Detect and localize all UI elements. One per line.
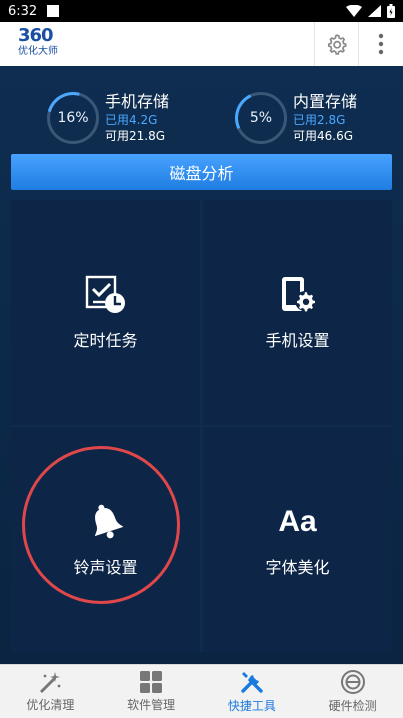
tool-scheduled-task[interactable]: 定时任务 — [11, 200, 200, 425]
tool-phone-settings[interactable]: 手机设置 — [203, 200, 392, 425]
tool-label: 手机设置 — [265, 330, 330, 350]
nav-software-management[interactable]: 软件管理 — [101, 665, 202, 718]
disk-analysis-button[interactable]: 磁盘分析 — [11, 154, 392, 190]
phone-storage-ring: 16% — [37, 82, 109, 154]
app-logo: 360 优化大师 — [18, 27, 70, 61]
tool-font-beautify[interactable]: Aa 字体美化 — [203, 427, 392, 652]
nav-optimize-clean[interactable]: 优化清理 — [0, 665, 101, 718]
status-bar: 6:32 — [0, 0, 403, 22]
logo-number: 360 — [18, 25, 54, 46]
nav-label: 硬件检测 — [328, 699, 377, 713]
internal-storage-ring: 5% — [227, 84, 295, 152]
wifi-icon — [346, 5, 362, 17]
bottom-nav: 优化清理 软件管理 快捷工具 硬件检测 — [0, 664, 403, 718]
status-time: 6:32 — [8, 3, 38, 19]
internal-storage-title: 内置存储 — [293, 92, 358, 111]
bell-icon — [94, 504, 123, 538]
internal-storage-arc — [227, 84, 295, 152]
scheduled-task-icon — [85, 275, 125, 313]
phone-storage[interactable]: 16% 手机存储 已用4.2G 可用21.8G — [37, 82, 170, 154]
gear-icon — [327, 34, 347, 55]
notification-icon — [47, 5, 60, 17]
internal-storage-used: 已用2.8G — [293, 113, 346, 127]
magic-wand-icon — [40, 672, 61, 694]
battery-icon — [387, 4, 395, 18]
nav-hardware-check[interactable]: 硬件检测 — [302, 665, 403, 718]
more-button[interactable] — [358, 22, 402, 66]
tool-label: 定时任务 — [73, 330, 138, 350]
nav-label: 快捷工具 — [227, 699, 276, 713]
phone-storage-title: 手机存储 — [105, 92, 170, 111]
tool-label: 字体美化 — [265, 557, 330, 577]
phone-storage-used: 已用4.2G — [105, 113, 158, 127]
hardware-icon — [340, 670, 365, 694]
phone-storage-available: 可用21.8G — [105, 129, 166, 143]
signal-icon — [368, 5, 381, 17]
internal-storage-available: 可用46.6G — [293, 129, 354, 143]
nav-label: 软件管理 — [127, 698, 176, 712]
nav-label: 优化清理 — [26, 698, 75, 712]
apps-grid-icon — [140, 671, 163, 693]
app-bar: 360 优化大师 — [0, 22, 403, 66]
logo-text: 优化大师 — [18, 46, 58, 57]
phone-storage-arc — [37, 82, 109, 154]
internal-storage[interactable]: 5% 内置存储 已用2.8G 可用46.6G — [227, 84, 358, 152]
settings-button[interactable] — [314, 22, 358, 66]
more-vertical-icon — [378, 33, 383, 55]
font-icon: Aa — [278, 504, 317, 538]
tool-label: 铃声设置 — [73, 557, 138, 577]
tools-grid: 定时任务 手机设置 铃声设置 Aa 字体美化 — [11, 200, 392, 652]
tools-icon — [241, 672, 263, 693]
phone-settings-icon — [281, 276, 315, 311]
nav-quick-tools[interactable]: 快捷工具 — [202, 665, 303, 718]
tool-ringtone-settings[interactable]: 铃声设置 — [11, 427, 200, 652]
